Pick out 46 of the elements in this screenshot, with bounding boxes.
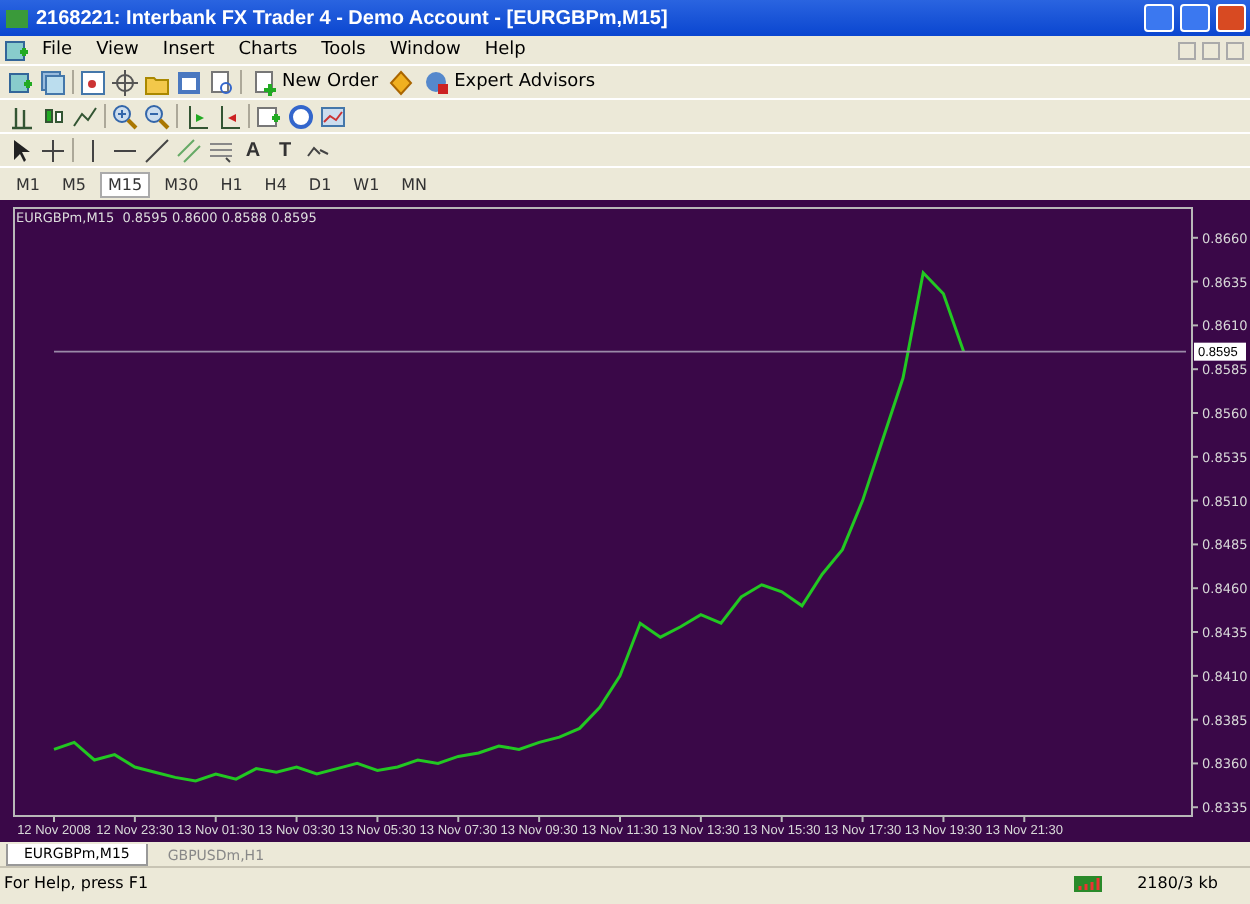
new-chart-icon[interactable] [4,37,30,63]
menu-item[interactable]: File [30,40,85,60]
new-order-icon[interactable] [252,69,278,95]
chart-shift-icon[interactable] [216,103,242,129]
cursor-icon[interactable] [8,137,34,163]
timeframe-button[interactable]: M1 [8,171,48,197]
restore-button[interactable] [1180,4,1210,32]
app-icon [4,5,30,31]
text-tool[interactable]: A [240,139,266,161]
crosshair-icon[interactable] [112,69,138,95]
text-label-tool[interactable]: T [272,139,298,161]
zoom-out-icon[interactable] [144,103,170,129]
timeframe-button[interactable]: D1 [300,171,340,197]
timeframe-button[interactable]: H4 [256,171,295,197]
document-icon[interactable] [208,69,234,95]
timeframe-button[interactable]: M30 [156,171,207,197]
status-text: For Help, press F1 [2,874,151,892]
timeframe-button[interactable]: W1 [345,171,388,197]
minimize-button[interactable] [1144,4,1174,32]
auto-scroll-icon[interactable] [184,103,210,129]
timeframe-button[interactable]: H1 [212,171,251,197]
timeframe-button[interactable]: M15 [100,171,151,197]
trendline-icon[interactable] [144,137,170,163]
menu-item[interactable]: Help [472,40,538,60]
crosshair-icon[interactable] [40,137,66,163]
diamond-icon[interactable] [388,69,415,95]
new-chart-icon[interactable] [8,69,34,95]
timeframe-button[interactable]: MN [393,171,436,197]
menu-item[interactable]: Window [377,40,473,60]
new-order-button[interactable]: New Order [248,69,383,95]
menu-item[interactable]: View [84,40,151,60]
traffic-text: 2180/3 kb [1137,874,1218,892]
menu-item[interactable]: Tools [309,40,378,60]
connection-bars-icon [1073,875,1102,891]
menu-item[interactable]: Charts [226,40,310,60]
window-icon[interactable] [176,69,202,95]
zoom-in-icon[interactable] [112,103,138,129]
line-chart-icon[interactable] [72,103,98,129]
menu-item[interactable]: Insert [150,40,227,60]
window-title: 2168221: Interbank FX Trader 4 - Demo Account - [EURGBPm,M15] [36,7,670,29]
expert-advisors-button[interactable]: Expert Advisors [420,69,600,95]
close-button[interactable] [1216,4,1246,32]
bar-chart-icon[interactable] [8,103,34,129]
candlestick-icon[interactable] [40,103,66,129]
profiles-icon[interactable] [40,69,66,95]
timeframe-button[interactable]: M5 [54,171,94,197]
